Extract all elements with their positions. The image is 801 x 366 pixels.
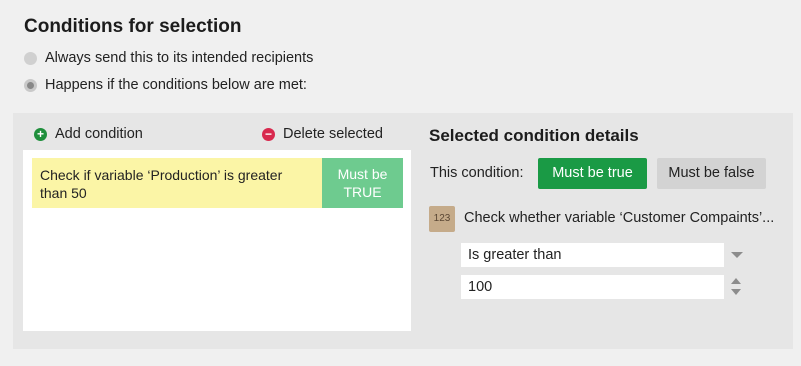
condition-text: Check if variable ‘Production’ is greate… <box>40 167 283 201</box>
delete-selected-button[interactable]: − Delete selected <box>262 126 383 142</box>
spinner-down-icon[interactable] <box>731 289 741 295</box>
radio-label: Happens if the conditions below are met: <box>45 77 307 93</box>
chevron-down-icon[interactable] <box>731 252 743 258</box>
number-type-icon: 123 <box>429 206 455 232</box>
condition-status-badge: Must be TRUE <box>322 158 403 208</box>
radio-button-selected-icon <box>24 78 37 92</box>
page-title: Conditions for selection <box>24 16 242 37</box>
radio-label: Always send this to its intended recipie… <box>45 50 314 66</box>
plus-circle-icon: + <box>34 127 47 141</box>
delete-selected-label: Delete selected <box>283 126 383 142</box>
must-be-false-button[interactable]: Must be false <box>657 158 766 189</box>
conditions-panel: + Add condition − Delete selected Check … <box>13 113 793 349</box>
radio-conditional[interactable]: Happens if the conditions below are met: <box>24 77 307 93</box>
condition-list: Check if variable ‘Production’ is greate… <box>23 150 411 331</box>
must-be-true-button[interactable]: Must be true <box>538 158 647 189</box>
spinner-up-icon[interactable] <box>731 278 741 284</box>
radio-button-icon <box>24 51 37 65</box>
operator-select[interactable]: Is greater than <box>461 243 724 267</box>
this-condition-label: This condition: <box>430 165 524 181</box>
condition-item[interactable]: Check if variable ‘Production’ is greate… <box>32 158 403 208</box>
radio-always-send[interactable]: Always send this to its intended recipie… <box>24 50 313 66</box>
details-title: Selected condition details <box>429 126 639 145</box>
minus-circle-icon: − <box>262 127 275 141</box>
add-condition-button[interactable]: + Add condition <box>34 126 143 142</box>
badge-line-1: Must be <box>337 166 388 182</box>
add-condition-label: Add condition <box>55 126 143 142</box>
badge-line-2: TRUE <box>343 184 382 200</box>
value-input[interactable]: 100 <box>461 275 724 299</box>
check-variable-text: Check whether variable ‘Customer Compain… <box>464 210 775 226</box>
